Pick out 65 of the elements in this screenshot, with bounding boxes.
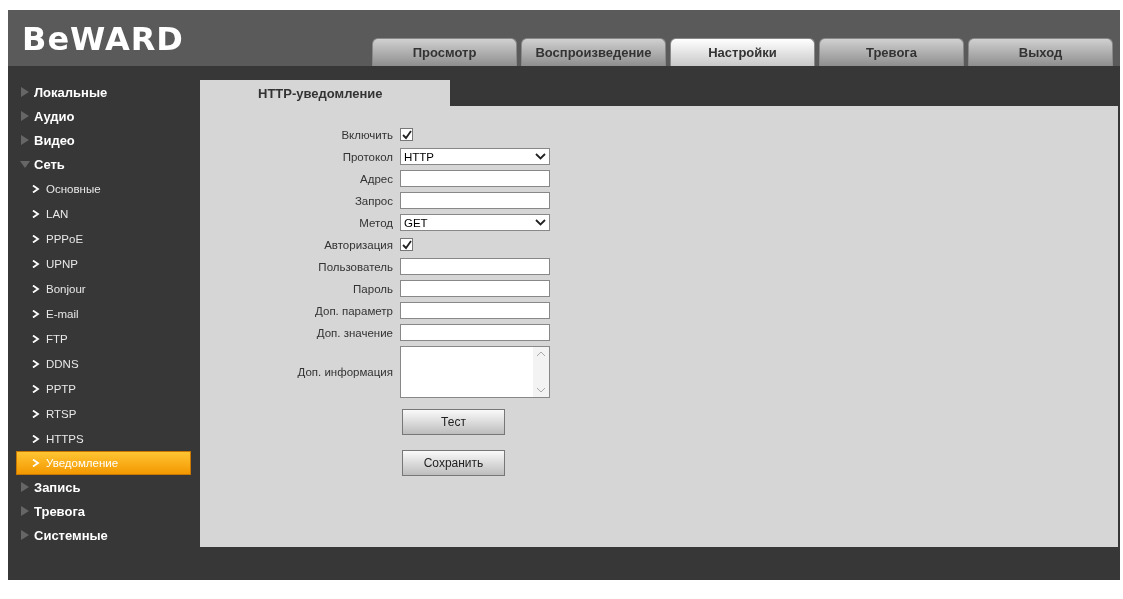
input-field[interactable] [400,192,550,209]
chevron-right-icon [32,234,40,243]
field-label: Доп. информация [296,366,393,378]
sidebar-subitem[interactable]: FTP [8,326,200,351]
chevron-right-icon [32,434,40,443]
chevron-right-icon [32,259,40,268]
nav-tab[interactable]: Настройки [670,38,815,66]
sidebar-item[interactable]: Аудио [8,104,200,128]
panel-tab[interactable]: HTTP-уведомление [200,80,450,106]
textarea-field[interactable] [400,346,550,398]
field-label: Авторизация [323,238,393,251]
chevron-right-icon [32,184,40,193]
action-button[interactable]: Сохранить [402,450,505,476]
nav-tab[interactable]: Тревога [819,38,964,66]
sidebar-item[interactable]: Системные [8,523,200,547]
input-field[interactable] [400,302,550,319]
field-label: Доп. значение [315,326,393,339]
sidebar-subitem[interactable]: Основные [8,176,200,201]
input-field[interactable] [400,280,550,297]
input-field[interactable] [400,170,550,187]
checkbox[interactable] [400,238,413,251]
chevron-right-icon [32,359,40,368]
select-field[interactable]: HTTP [400,148,550,165]
field-label: Протокол [341,150,393,163]
chevron-right-icon [32,334,40,343]
chevron-right-icon [32,384,40,393]
sidebar-item[interactable]: Сеть [8,152,200,176]
checkbox[interactable] [400,128,413,141]
select-field[interactable]: GET [400,214,550,231]
field-label: Адрес [359,172,393,185]
sidebar-item[interactable]: Видео [8,128,200,152]
chevron-right-icon [32,209,40,218]
field-label: Метод [358,216,393,229]
chevron-right-icon [32,284,40,293]
field-label: Включить [340,128,393,141]
chevron-right-icon [32,409,40,418]
nav-tab[interactable]: Воспроизведение [521,38,666,66]
field-label: Запрос [353,194,393,207]
sidebar-subitem[interactable]: Bonjour [8,276,200,301]
scroll-up-icon[interactable] [536,351,546,357]
field-label: Пароль [352,282,393,295]
sidebar-item[interactable]: Запись [8,475,200,499]
logo: BeWARD [22,20,184,58]
sidebar-subitem[interactable]: RTSP [8,401,200,426]
nav-tab[interactable]: Выход [968,38,1113,66]
sidebar-subitem[interactable]: E-mail [8,301,200,326]
scroll-down-icon[interactable] [536,387,546,393]
sidebar-item[interactable]: Локальные [8,80,200,104]
input-field[interactable] [400,324,550,341]
input-field[interactable] [400,258,550,275]
chevron-down-icon [535,153,546,160]
sidebar-subitem[interactable]: PPTP [8,376,200,401]
field-label: Пользователь [317,260,393,273]
nav-tab[interactable]: Просмотр [372,38,517,66]
sidebar-subitem[interactable]: UPNP [8,251,200,276]
field-label: Доп. параметр [314,304,393,317]
sidebar-subitem[interactable]: PPPoE [8,226,200,251]
sidebar-subitem[interactable]: DDNS [8,351,200,376]
sidebar-subitem[interactable]: HTTPS [8,426,200,451]
chevron-right-icon [32,309,40,318]
action-button[interactable]: Тест [402,409,505,435]
chevron-down-icon [535,219,546,226]
sidebar-item[interactable]: Тревога [8,499,200,523]
chevron-right-icon [32,459,40,467]
sidebar-subitem[interactable]: LAN [8,201,200,226]
